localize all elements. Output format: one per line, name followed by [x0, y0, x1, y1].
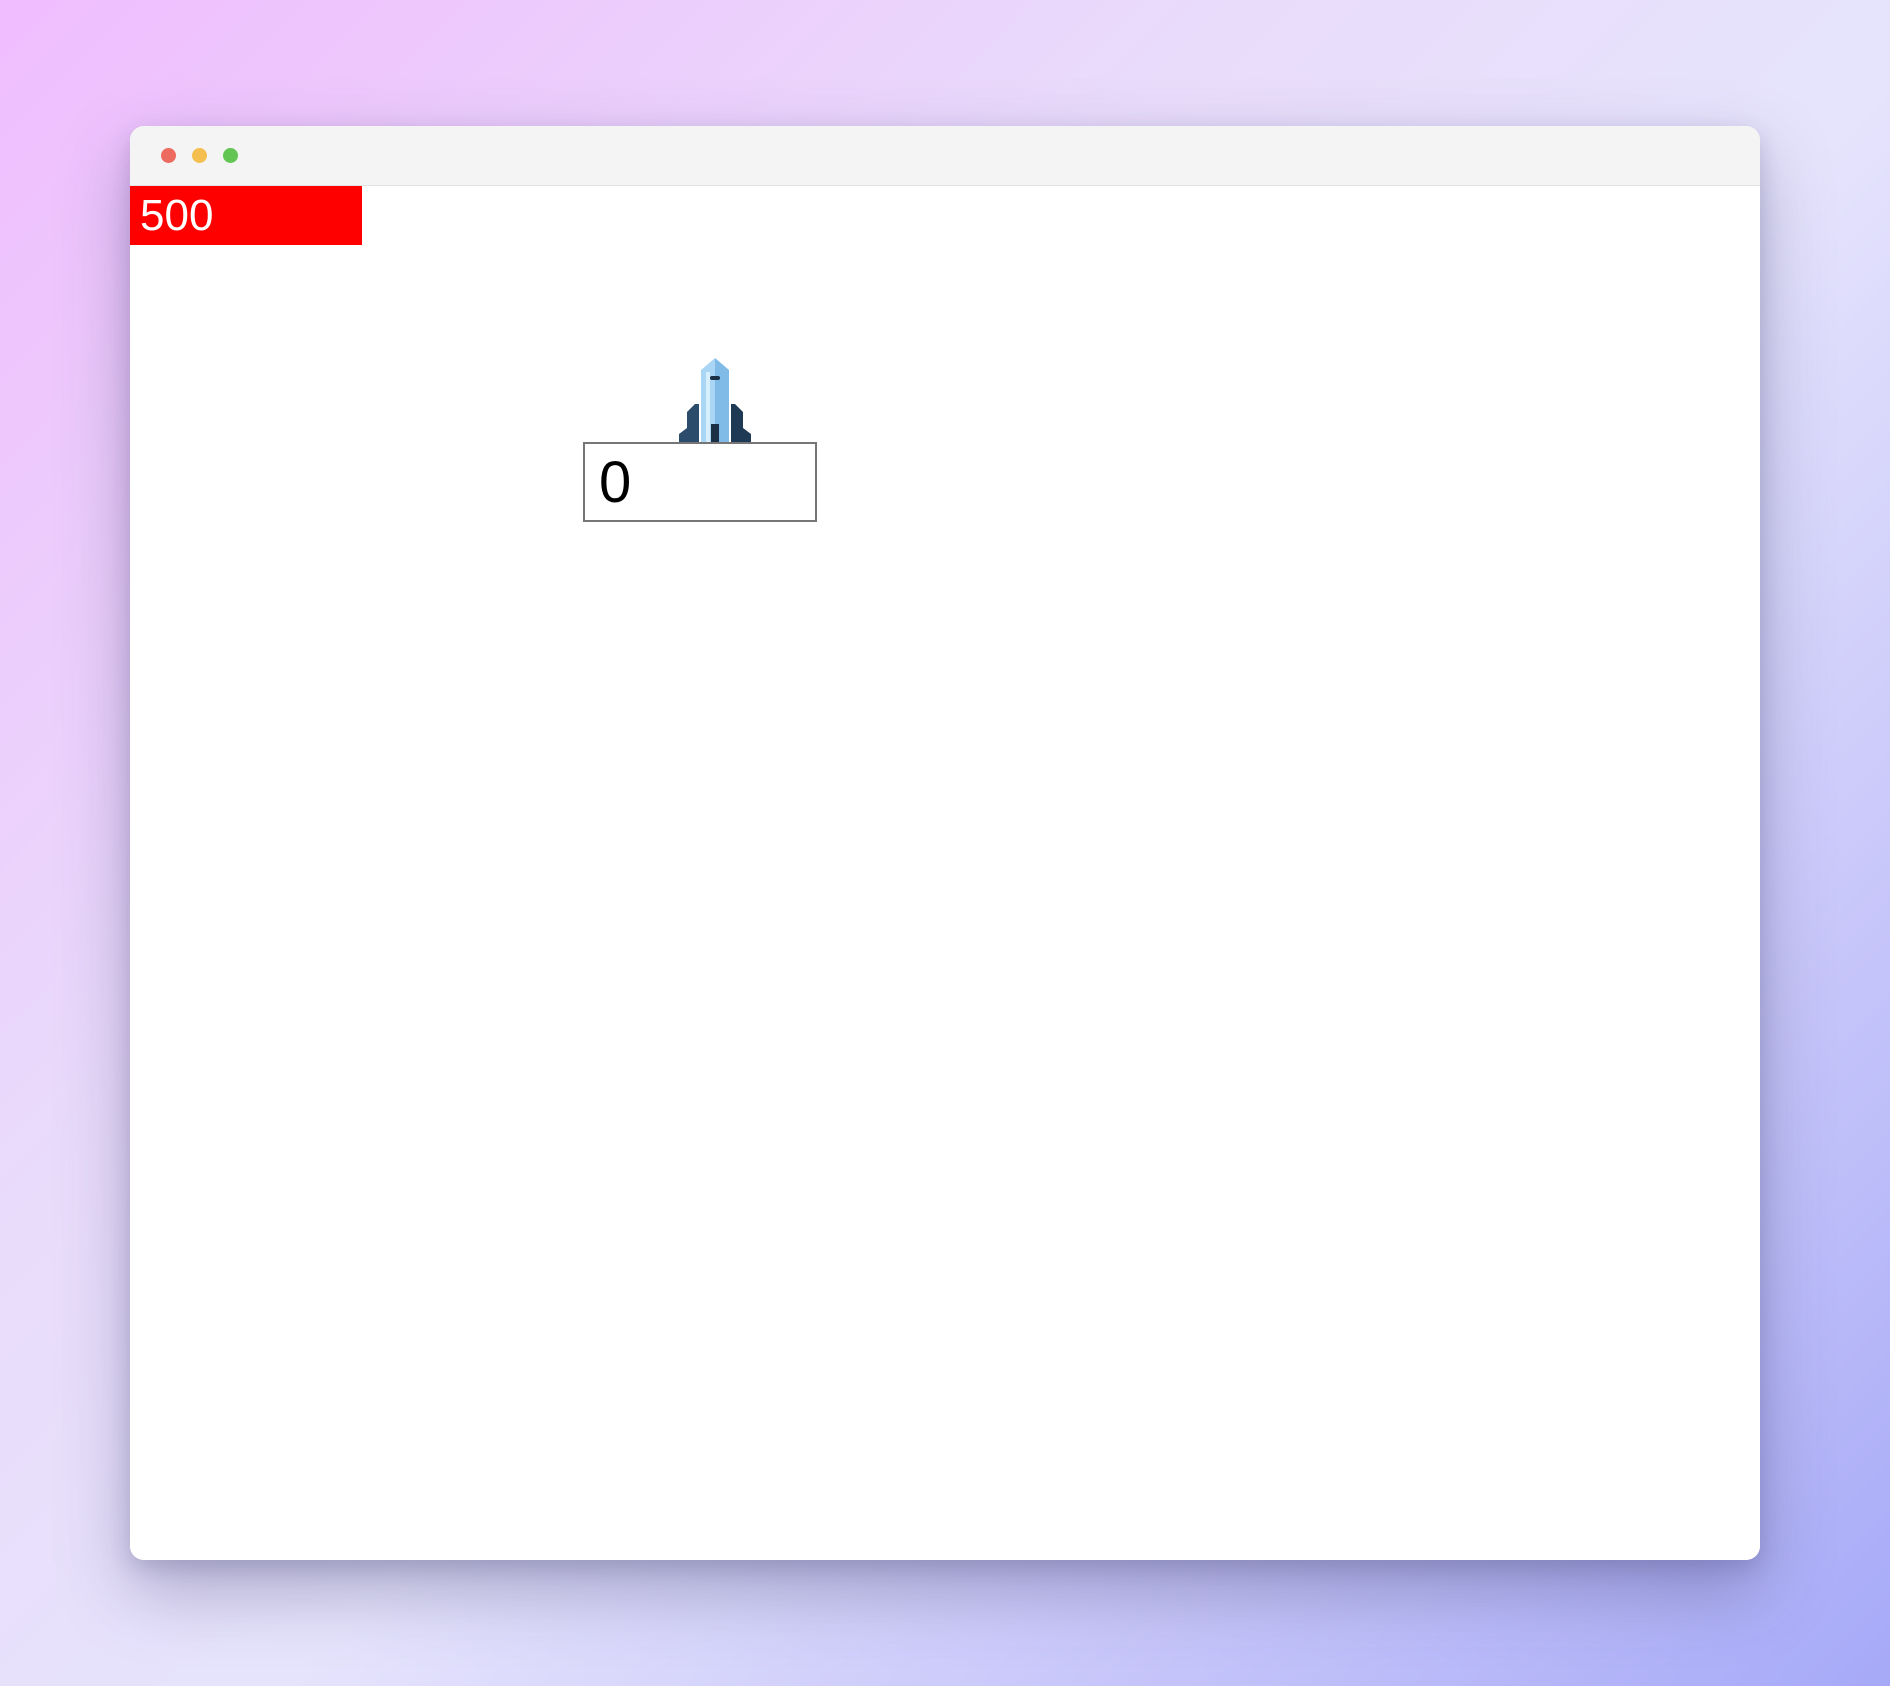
browser-window: 500	[130, 126, 1760, 1560]
score-display: 500	[130, 186, 362, 245]
window-titlebar	[130, 126, 1760, 186]
minimize-window-button[interactable]	[192, 148, 207, 163]
game-area[interactable]: 500	[130, 186, 1760, 1560]
value-input[interactable]	[583, 442, 817, 522]
maximize-window-button[interactable]	[223, 148, 238, 163]
close-window-button[interactable]	[161, 148, 176, 163]
rocket-ship-icon	[679, 358, 751, 442]
